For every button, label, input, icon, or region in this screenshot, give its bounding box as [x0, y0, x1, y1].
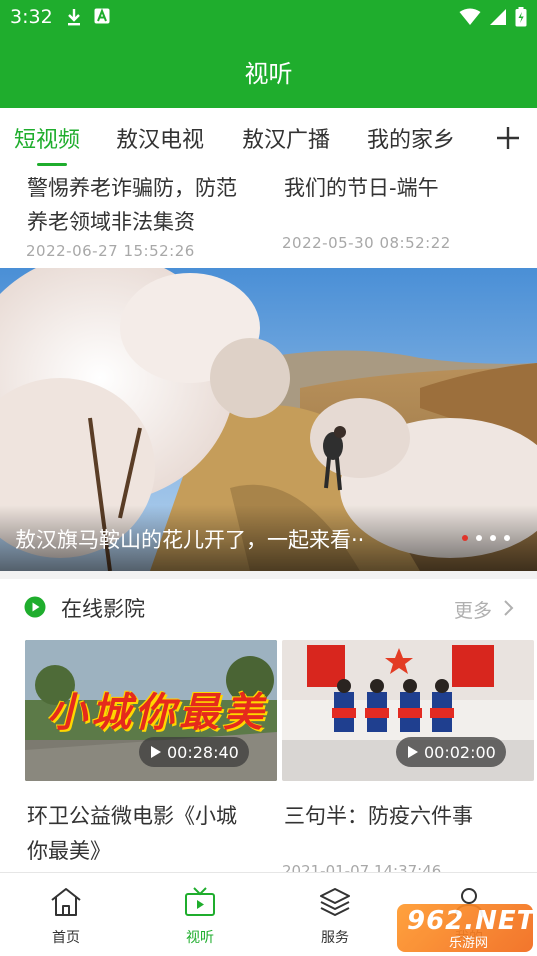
- carousel-dots: [462, 535, 510, 541]
- video-thumbnail[interactable]: 小城你最美 00:28:40: [25, 640, 277, 781]
- duration-badge: 00:02:00: [396, 737, 506, 767]
- tab-my-hometown[interactable]: 我的家乡: [367, 122, 455, 154]
- carousel-dot[interactable]: [504, 535, 510, 541]
- news-time: 2022-06-27 15:52:26: [26, 242, 195, 260]
- video-title[interactable]: 三句半：防疫六件事: [284, 799, 534, 834]
- news-item-fraud[interactable]: 警惕养老诈骗防，防范 养老领域非法集资: [27, 171, 277, 239]
- nav-label: 服务: [321, 930, 349, 946]
- video-thumbnail[interactable]: 00:02:00: [282, 640, 534, 781]
- nav-home[interactable]: 首页: [16, 873, 116, 956]
- tab-aohan-radio[interactable]: 敖汉广播: [242, 122, 330, 154]
- banner-caption: 敖汉旗马鞍山的花儿开了，一起来看··: [15, 528, 365, 552]
- nav-label: 首页: [52, 930, 80, 946]
- page-title: 视听: [244, 60, 293, 88]
- news-title-line-2: 养老领域非法集资: [27, 210, 195, 234]
- category-tabs: 短视频 敖汉电视 敖汉广播 我的家乡: [0, 108, 537, 168]
- video-duration: 00:28:40: [167, 742, 239, 762]
- play-circle-icon: [24, 596, 46, 618]
- app-header: 3:32 视听: [0, 0, 537, 108]
- battery-icon: [515, 7, 527, 27]
- status-time: 3:32: [10, 6, 53, 28]
- carousel-dot[interactable]: [476, 535, 482, 541]
- video-title-line-2: 你最美》: [27, 839, 111, 863]
- video-overlay-title: 小城你最美: [47, 689, 267, 736]
- wifi-icon: [459, 8, 481, 25]
- news-title: 我们的节日-端午: [284, 176, 439, 200]
- download-icon: [68, 9, 80, 26]
- play-icon: [408, 746, 418, 758]
- app-notification-icon: [94, 8, 110, 24]
- nav-services[interactable]: 服务: [285, 873, 385, 956]
- news-item-dragon-boat[interactable]: 我们的节日-端午: [284, 171, 534, 205]
- carousel-dot[interactable]: [490, 535, 496, 541]
- add-tab-icon[interactable]: [494, 120, 522, 156]
- nav-label: 视听: [186, 930, 214, 946]
- video-title-line-1: 环卫公益微电影《小城: [27, 804, 237, 828]
- tab-short-video[interactable]: 短视频: [14, 122, 80, 154]
- play-icon: [151, 746, 161, 758]
- home-icon: [51, 888, 81, 916]
- chevron-right-icon[interactable]: [503, 598, 515, 618]
- tv-icon: [185, 887, 215, 916]
- news-title-line-1: 警惕养老诈骗防，防范: [27, 176, 237, 200]
- news-time: 2022-05-30 08:52:22: [282, 234, 451, 252]
- video-title-line-1: 三句半：防疫六件事: [284, 804, 473, 828]
- tab-aohan-tv[interactable]: 敖汉电视: [116, 122, 204, 154]
- duration-badge: 00:28:40: [139, 737, 249, 767]
- watermark-subtext: 乐游网: [449, 936, 489, 951]
- section-divider: [0, 571, 537, 579]
- active-tab-indicator: [37, 163, 67, 166]
- layers-icon: [320, 888, 350, 916]
- nav-media[interactable]: 视听: [150, 873, 250, 956]
- signal-icon: [490, 9, 506, 25]
- more-link[interactable]: 更多: [454, 596, 492, 623]
- site-watermark-logo: 962.NET 乐游网: [397, 904, 534, 952]
- video-duration: 00:02:00: [424, 742, 496, 762]
- video-title[interactable]: 环卫公益微电影《小城 你最美》: [27, 799, 277, 869]
- section-title: 在线影院: [61, 597, 145, 621]
- carousel-dot[interactable]: [462, 535, 468, 541]
- status-bar: 3:32: [0, 0, 537, 36]
